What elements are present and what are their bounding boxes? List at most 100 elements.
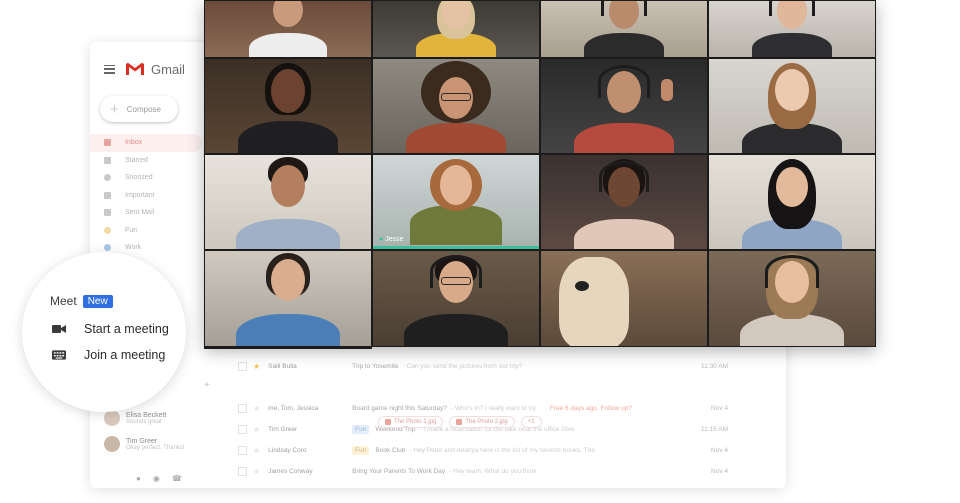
attachment-more[interactable]: +1 xyxy=(520,416,542,428)
email-subject: Trip to Yosemite xyxy=(352,363,399,370)
email-snippet: - Can you send the pictures from our tri… xyxy=(402,363,523,370)
headphones-icon xyxy=(598,65,650,98)
participant-tile[interactable] xyxy=(372,0,540,58)
participant-tile[interactable] xyxy=(540,154,708,250)
email-row[interactable]: ★ James Conway Bring Your Parents To Wor… xyxy=(238,461,768,482)
email-time: Nov 4 xyxy=(711,468,728,475)
contact-item[interactable]: Elisa Beckett Sounds great xyxy=(104,410,166,426)
participant-tile[interactable] xyxy=(204,154,372,250)
image-icon xyxy=(456,419,463,425)
inbox-icon xyxy=(104,139,111,147)
email-row[interactable]: ★ Salil Bulla Trip to Yosemite - Can you… xyxy=(238,356,768,377)
add-contact-icon[interactable]: + xyxy=(204,380,210,391)
nav-label: Work xyxy=(125,244,142,252)
participant-figure xyxy=(236,347,340,349)
nav-item-snoozed[interactable]: Snoozed xyxy=(90,169,202,187)
email-time: 11:30 AM xyxy=(701,363,728,370)
hangouts-toolbar: ● ◉ ☎ xyxy=(136,474,182,483)
email-subject: Bring Your Parents To Work Day xyxy=(352,468,446,475)
dog-figure xyxy=(559,257,629,346)
new-badge: New xyxy=(82,294,113,308)
participant-name-label: ● Jesse xyxy=(379,236,404,243)
nav-item-important[interactable]: Important xyxy=(90,187,202,205)
star-icon[interactable]: ★ xyxy=(253,362,260,371)
participant-face xyxy=(271,165,305,207)
email-row[interactable] xyxy=(238,377,768,398)
start-meeting-button[interactable]: Start a meeting xyxy=(52,322,169,336)
participant-tile[interactable] xyxy=(708,154,876,250)
attachment-chip[interactable]: The Photo 1.jpg xyxy=(378,416,444,428)
email-time: Nov 4 xyxy=(711,405,728,412)
glasses-icon xyxy=(441,93,471,101)
image-icon xyxy=(385,419,391,425)
email-subject: Board game night this Saturday? xyxy=(352,405,447,412)
email-sender: Salil Bulla xyxy=(268,363,297,370)
checkbox[interactable] xyxy=(238,467,247,476)
start-meeting-label: Start a meeting xyxy=(84,322,169,336)
gmail-nav: Inbox Starred Snoozed Important Sent Mai… xyxy=(90,134,202,257)
location-icon[interactable]: ◉ xyxy=(153,474,160,483)
participant-figure xyxy=(410,205,502,245)
nav-item-fun[interactable]: Fun xyxy=(90,222,202,240)
participant-tile[interactable] xyxy=(204,0,372,58)
email-sender: Tim Greer xyxy=(268,426,298,433)
menu-icon[interactable] xyxy=(104,64,115,74)
participant-tile[interactable] xyxy=(204,347,372,349)
participant-tile[interactable] xyxy=(708,58,876,154)
meet-popover: Meet New Start a meeting Join a meeting xyxy=(22,252,186,412)
participant-tile[interactable] xyxy=(540,0,708,58)
join-meeting-button[interactable]: Join a meeting xyxy=(52,348,165,362)
participant-tile[interactable] xyxy=(708,250,876,347)
participant-tile[interactable] xyxy=(204,250,372,347)
participant-tile[interactable] xyxy=(540,58,708,154)
checkbox[interactable] xyxy=(238,362,247,371)
participant-tile-active-speaker[interactable]: ● Jesse xyxy=(372,154,540,250)
participant-figure xyxy=(236,314,340,346)
person-icon[interactable]: ● xyxy=(136,474,141,483)
star-icon[interactable]: ★ xyxy=(253,446,260,455)
participant-figure xyxy=(584,33,664,57)
checkbox[interactable] xyxy=(238,404,247,413)
star-icon[interactable]: ★ xyxy=(253,425,260,434)
nav-item-inbox[interactable]: Inbox xyxy=(90,134,202,152)
participant-tile[interactable] xyxy=(540,250,708,347)
headphones-icon xyxy=(769,1,815,16)
keyboard-icon xyxy=(52,350,66,360)
email-row[interactable]: ★ Lindsay Coro Fun Book Club - Hey Peter… xyxy=(238,440,768,461)
participant-face xyxy=(775,69,809,111)
star-icon[interactable]: ★ xyxy=(253,467,260,476)
headphones-icon xyxy=(601,1,647,16)
nav-item-sent[interactable]: Sent Mail xyxy=(90,204,202,222)
attachment-name: The Photo 1.jpg xyxy=(394,419,437,425)
email-snippet: - Hey team. What do you think xyxy=(449,468,537,475)
participant-figure xyxy=(574,123,674,153)
participant-figure xyxy=(574,219,674,249)
participant-figure xyxy=(406,123,506,153)
join-meeting-label: Join a meeting xyxy=(84,348,166,362)
avatar xyxy=(104,436,120,452)
attachment-chip[interactable]: The Photo 2.jpg xyxy=(449,416,515,428)
participant-figure xyxy=(752,33,832,57)
participant-name: Jesse xyxy=(385,236,404,243)
mic-active-icon: ● xyxy=(379,236,384,243)
email-subject: Book Club xyxy=(375,447,406,454)
participant-tile[interactable] xyxy=(708,0,876,58)
nav-label: Important xyxy=(125,191,155,199)
email-snippet: - Who's in? I really want to try xyxy=(450,405,536,412)
participant-tile[interactable] xyxy=(372,58,540,154)
contact-item[interactable]: Tim Greer Okay perfect. Thanks! xyxy=(104,436,185,452)
checkbox[interactable] xyxy=(238,446,247,455)
star-icon[interactable]: ★ xyxy=(253,404,260,413)
participant-tile[interactable] xyxy=(372,250,540,347)
checkbox[interactable] xyxy=(238,425,247,434)
nav-label: Snoozed xyxy=(125,174,153,182)
send-icon xyxy=(104,209,111,217)
headphones-icon xyxy=(599,161,649,192)
nav-label: Fun xyxy=(125,226,138,234)
nav-item-starred[interactable]: Starred xyxy=(90,152,202,170)
participant-tile[interactable] xyxy=(204,58,372,154)
participant-figure xyxy=(404,314,508,346)
gmail-logo-icon xyxy=(126,62,144,75)
phone-icon[interactable]: ☎ xyxy=(172,474,182,483)
compose-button[interactable]: + Compose xyxy=(100,96,178,122)
